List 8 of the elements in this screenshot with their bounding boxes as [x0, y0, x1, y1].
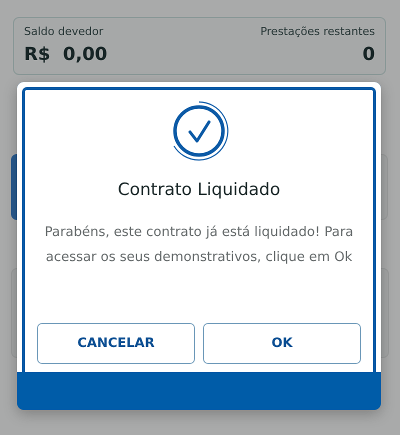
installments-value: 0	[362, 43, 375, 67]
dialog-message: Parabéns, este contrato já está liquidado! Para acessar os seus demonstrativos, clique em Ok	[44, 224, 354, 266]
ok-button[interactable]: OK	[203, 323, 361, 364]
balance-value: R$ 0,00	[24, 43, 108, 67]
installments-label: Prestações restantes	[260, 24, 375, 40]
cancel-button[interactable]: CANCELAR	[37, 323, 195, 364]
balance-label: Saldo devedor	[24, 24, 104, 40]
dialog-title: Contrato Liquidado	[118, 179, 280, 202]
